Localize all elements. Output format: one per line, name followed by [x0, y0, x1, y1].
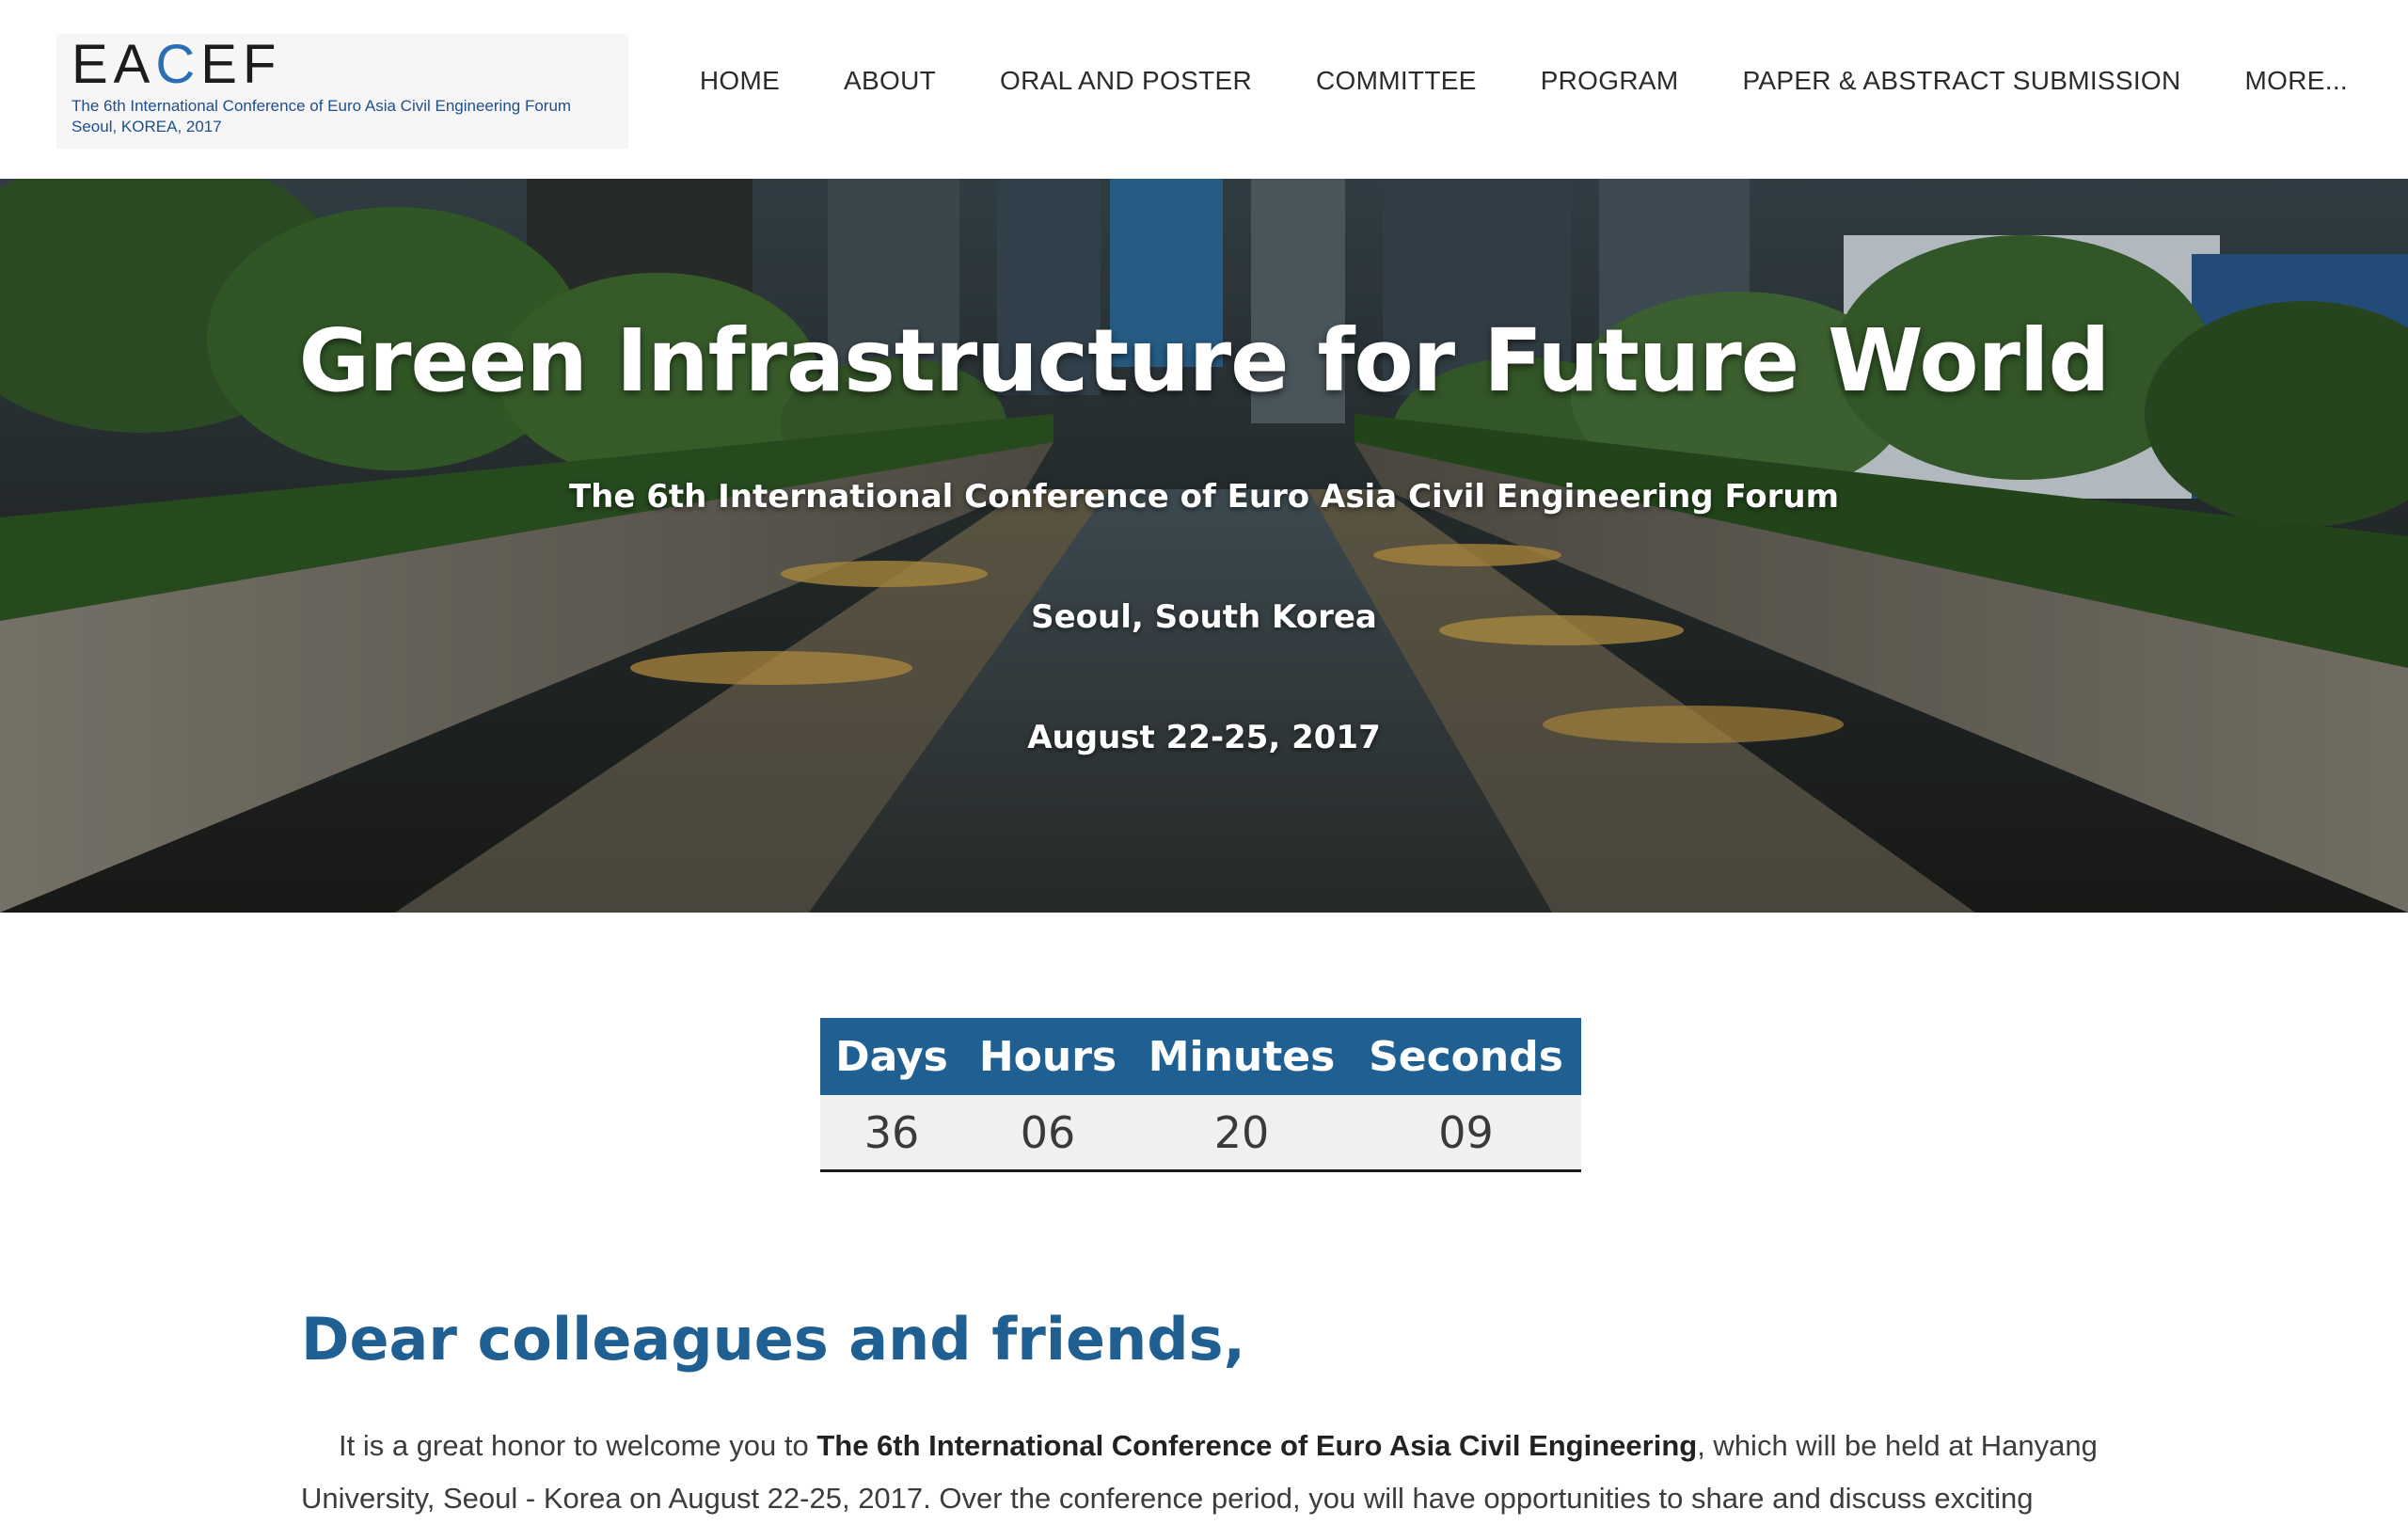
- nav-program[interactable]: PROGRAM: [1541, 66, 1679, 96]
- nav-home[interactable]: HOME: [700, 66, 780, 96]
- hero-date: August 22-25, 2017: [1027, 719, 1381, 756]
- nav-about[interactable]: ABOUT: [844, 66, 936, 96]
- main-nav: HOME ABOUT ORAL AND POSTER COMMITTEE PRO…: [636, 66, 2348, 96]
- countdown-label-seconds: Seconds: [1369, 1032, 1563, 1081]
- nav-oral-and-poster[interactable]: ORAL AND POSTER: [1000, 66, 1252, 96]
- countdown-header: Days Hours Minutes Seconds: [820, 1018, 1581, 1095]
- site-header: EACEF The 6th International Conference o…: [0, 0, 2408, 179]
- nav-more[interactable]: MORE...: [2245, 66, 2348, 96]
- hero-subtitle: The 6th International Conference of Euro…: [568, 478, 1840, 516]
- nav-paper-abstract-submission[interactable]: PAPER & ABSTRACT SUBMISSION: [1742, 66, 2180, 96]
- welcome-heading: Dear colleagues and friends,: [301, 1305, 1246, 1374]
- countdown-label-days: Days: [835, 1032, 948, 1081]
- countdown-label-hours: Hours: [978, 1032, 1117, 1081]
- countdown-value-minutes: 20: [1213, 1106, 1270, 1158]
- logo-mark: EACEF: [71, 34, 282, 95]
- hero-title: Green Infrastructure for Future World: [298, 310, 2111, 411]
- hero-background-image: [0, 179, 2408, 913]
- site-logo[interactable]: EACEF The 6th International Conference o…: [56, 34, 628, 149]
- welcome-intro: It is a great honor to welcome you to: [339, 1429, 817, 1462]
- hero-banner: Green Infrastructure for Future World Th…: [0, 179, 2408, 913]
- countdown-value-days: 36: [863, 1106, 920, 1158]
- conference-name: The 6th International Conference of Euro…: [816, 1429, 1698, 1462]
- countdown-value-hours: 06: [1020, 1106, 1076, 1158]
- welcome-paragraph: It is a great honor to welcome you to Th…: [301, 1420, 2107, 1525]
- logo-location: Seoul, KOREA, 2017: [71, 118, 222, 135]
- countdown-label-minutes: Minutes: [1148, 1032, 1336, 1081]
- countdown-timer: Days Hours Minutes Seconds 36 06 20 09: [820, 1018, 1581, 1172]
- countdown-values: 36 06 20 09: [820, 1095, 1581, 1169]
- hero-location: Seoul, South Korea: [1031, 598, 1377, 636]
- logo-tagline: The 6th International Conference of Euro…: [71, 97, 572, 115]
- countdown-value-seconds: 09: [1438, 1106, 1494, 1158]
- nav-committee[interactable]: COMMITTEE: [1316, 66, 1477, 96]
